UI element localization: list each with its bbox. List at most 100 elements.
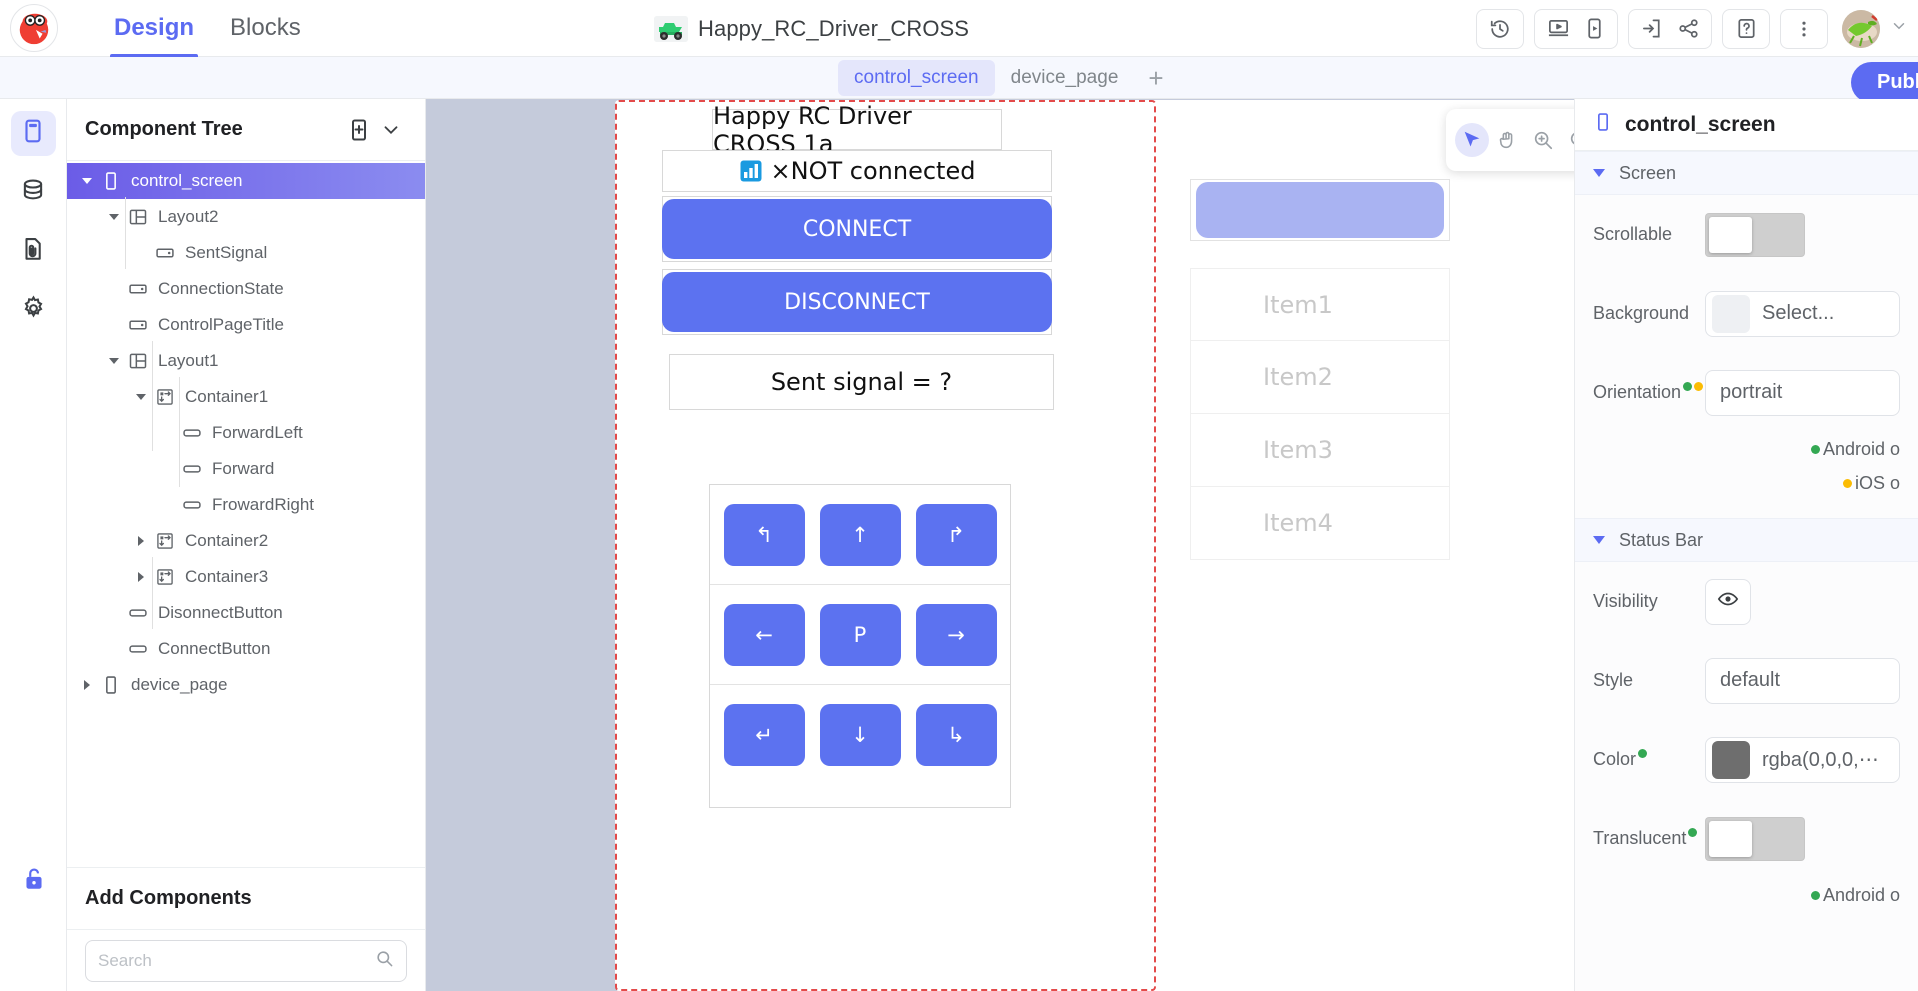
background-color-picker[interactable]: Select... [1705, 290, 1900, 337]
add-screen-icon[interactable] [343, 114, 375, 146]
component-tree-list[interactable]: control_screen Layout2 SentSignal Connectio… [67, 161, 425, 867]
tree-caret-open-icon[interactable] [104, 358, 124, 364]
select-tool-icon[interactable] [1454, 123, 1489, 157]
tree-caret-closed-icon[interactable] [131, 572, 151, 582]
share-icon[interactable] [1671, 12, 1705, 46]
dpad-button-r2c2[interactable]: P [819, 603, 901, 666]
dpad-row-2: ← P → [710, 585, 1010, 685]
tree-caret-open-icon[interactable] [131, 394, 151, 400]
device-page-list[interactable]: Item1 Item2 Item3 Item4 [1190, 268, 1450, 560]
properties-section-status-bar[interactable]: Status Bar [1575, 518, 1918, 562]
control-screen-preview[interactable]: Happy RC Driver CROSS 1a ×NOT connected … [615, 100, 1156, 991]
dpad-button-r1c1[interactable]: ↰ [723, 503, 805, 566]
properties-section-screen[interactable]: Screen [1575, 151, 1918, 195]
visibility-toggle-button[interactable] [1705, 578, 1751, 625]
sent-signal-field[interactable]: Sent signal = ? [669, 354, 1054, 410]
design-canvas[interactable]: Item1 Item2 Item3 Item4 Happy RC Driver CRO… [426, 99, 1574, 991]
tree-node-connectionstate[interactable]: ConnectionState [67, 271, 425, 307]
search-input[interactable] [98, 950, 367, 971]
tab-blocks[interactable]: Blocks [212, 0, 319, 57]
rail-item-project-settings[interactable] [11, 288, 56, 333]
scrollable-toggle[interactable] [1705, 212, 1805, 257]
connection-state-field[interactable]: ×NOT connected [662, 150, 1052, 192]
orientation-select[interactable]: portrait [1705, 369, 1900, 416]
version-history-icon[interactable] [1483, 12, 1517, 46]
direction-pad[interactable]: ↰ ↑ ↱ ← P → ↵ ↓ ↳ [709, 484, 1011, 808]
publish-button[interactable]: Publish [1851, 62, 1918, 103]
zoom-out-icon[interactable] [1562, 123, 1574, 157]
tree-node-controlpagetitle[interactable]: ControlPageTitle [67, 307, 425, 343]
rail-item-unlock[interactable] [11, 859, 56, 904]
page-tab-control-screen[interactable]: control_screen [838, 59, 995, 96]
tree-node-container3[interactable]: Container3 [67, 559, 425, 595]
tree-node-frowardright[interactable]: FrowardRight [67, 487, 425, 523]
tree-node-label: Layout1 [158, 351, 219, 370]
avatar[interactable] [1842, 9, 1880, 48]
rail-item-screens[interactable] [10, 111, 56, 156]
control-page-title-field[interactable]: Happy RC Driver CROSS 1a [712, 102, 1002, 158]
project-thumbnail [654, 15, 688, 42]
install-app-icon[interactable] [1635, 12, 1669, 46]
orientation-label-text: Orientation [1593, 382, 1682, 402]
tree-node-layout2[interactable]: Layout2 [67, 199, 425, 235]
tree-node-container1[interactable]: Container1 [67, 379, 425, 415]
status-bar-color-picker[interactable]: rgba(0,0,0,⋯ [1705, 736, 1900, 783]
more-vert-icon[interactable] [1787, 12, 1821, 46]
dpad-button-r3c1[interactable]: ↵ [723, 704, 805, 766]
pan-tool-icon[interactable] [1490, 123, 1524, 157]
component-tree-collapse-icon[interactable] [375, 114, 407, 146]
tab-design[interactable]: Design [96, 0, 212, 57]
preview-web-icon[interactable] [1541, 12, 1575, 46]
unlock-icon [21, 865, 47, 898]
tree-node-container2[interactable]: Container2 [67, 523, 425, 559]
device-page-list-item[interactable]: Item4 [1190, 487, 1450, 560]
device-page-list-item[interactable]: Item3 [1190, 414, 1450, 487]
dpad-button-r3c2[interactable]: ↓ [819, 704, 901, 766]
search-box[interactable] [85, 939, 407, 982]
tree-node-connectbutton[interactable]: ConnectButton [67, 631, 425, 667]
signal-bars-icon [739, 159, 763, 183]
translucent-toggle[interactable] [1705, 816, 1805, 861]
page-tab-device-page[interactable]: device_page [995, 60, 1135, 96]
help-icon[interactable] [1729, 12, 1763, 46]
dpad-button-r2c3[interactable]: → [915, 603, 997, 666]
tree-node-forwardleft[interactable]: ForwardLeft [67, 415, 425, 451]
device-page-list-item[interactable]: Item1 [1190, 268, 1450, 341]
property-row-style: Style default [1575, 641, 1918, 720]
section-screen-label: Screen [1619, 162, 1677, 183]
tree-node-device_page[interactable]: device_page [67, 667, 425, 703]
note-ios-text: iOS o [1854, 472, 1900, 493]
dpad-button-r1c3[interactable]: ↱ [915, 503, 997, 566]
status-bar-style-select[interactable]: default [1705, 657, 1900, 704]
tree-node-label: Container3 [185, 567, 269, 586]
tree-caret-open-icon[interactable] [77, 178, 97, 184]
dpad-button-r2c1[interactable]: ← [723, 603, 805, 666]
account-chevron-down-icon[interactable] [1890, 17, 1908, 40]
device-page-button[interactable] [1196, 182, 1444, 238]
tree-caret-closed-icon[interactable] [77, 680, 97, 690]
tree-node-label: FrowardRight [212, 495, 315, 514]
rail-item-data-sources[interactable] [11, 170, 56, 215]
dpad-button-r1c2[interactable]: ↑ [819, 503, 901, 566]
tree-node-layout1[interactable]: Layout1 [67, 343, 425, 379]
layout-icon [124, 207, 152, 227]
tree-node-label: Container1 [185, 387, 269, 406]
tree-node-control_screen[interactable]: control_screen [67, 163, 425, 199]
rail-item-assets[interactable] [11, 229, 56, 274]
tree-node-disonnectbutton[interactable]: DisonnectButton [67, 595, 425, 631]
tree-node-sentsignal[interactable]: SentSignal [67, 235, 425, 271]
add-page-button[interactable]: + [1134, 65, 1177, 91]
connect-button[interactable]: CONNECT [662, 199, 1052, 259]
project-title[interactable]: Happy_RC_Driver_CROSS [654, 0, 969, 57]
app-logo[interactable] [10, 4, 58, 52]
dpad-button-r3c3[interactable]: ↳ [915, 704, 997, 766]
zoom-in-icon[interactable] [1526, 123, 1560, 157]
device-page-list-item[interactable]: Item2 [1190, 341, 1450, 414]
main-tabs: Design Blocks [96, 0, 319, 57]
preview-mobile-icon[interactable] [1577, 12, 1611, 46]
disconnect-button[interactable]: DISCONNECT [662, 272, 1052, 332]
tree-caret-open-icon[interactable] [104, 214, 124, 220]
tree-caret-closed-icon[interactable] [131, 536, 151, 546]
note-android-screen: Android o [1575, 432, 1918, 466]
tree-node-forward[interactable]: Forward [67, 451, 425, 487]
